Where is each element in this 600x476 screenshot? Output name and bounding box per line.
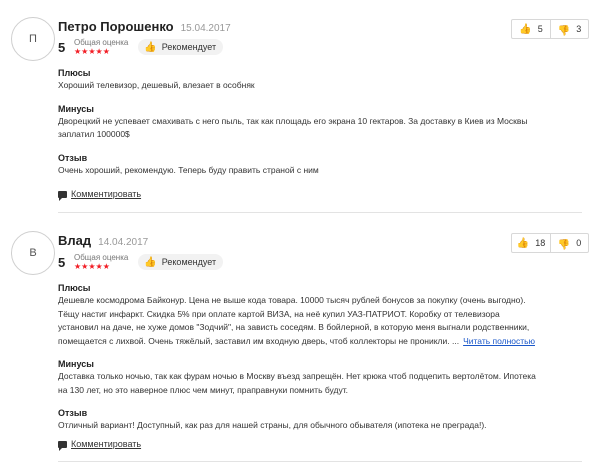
- comment-text: Очень хороший, рекомендую. Теперь буду п…: [58, 164, 319, 175]
- review-date: 15.04.2017: [180, 23, 231, 34]
- review-sections: Плюсы Хороший телевизор, дешевый, влезае…: [58, 67, 538, 187]
- dislike-count: 3: [576, 24, 582, 34]
- vote-group: 👍 5 👍 3: [511, 19, 589, 39]
- rating-line: 5 Общая оценка ★★★★★ 👍 Рекомендует: [58, 38, 224, 56]
- review-card: В Влад 14.04.2017 5 Общая оценка ★★★★★ 👍…: [0, 221, 600, 476]
- author-name[interactable]: Петро Порошенко: [58, 19, 174, 34]
- like-button[interactable]: 👍 5: [512, 20, 550, 38]
- comment-link[interactable]: Комментировать: [58, 439, 142, 451]
- rating-box: Общая оценка ★★★★★: [74, 38, 128, 56]
- thumbs-up-icon: 👍: [519, 23, 532, 35]
- avatar[interactable]: В: [11, 231, 55, 275]
- thumbs-up-icon: 👍: [144, 41, 157, 53]
- comment-link[interactable]: Комментировать: [58, 189, 142, 201]
- review-date: 14.04.2017: [98, 237, 149, 248]
- rating-label: Общая оценка: [74, 253, 129, 262]
- cons-title: Минусы: [58, 103, 94, 114]
- speech-bubble-icon: [58, 190, 67, 201]
- like-button[interactable]: 👍 18: [512, 234, 550, 252]
- comment-title: Отзыв: [58, 408, 88, 418]
- comment-title: Отзыв: [58, 152, 88, 163]
- rating-label: Общая оценка: [74, 38, 129, 47]
- thumbs-down-icon: 👍: [557, 237, 571, 249]
- dislike-button[interactable]: 👍 3: [550, 20, 588, 38]
- cons-title: Минусы: [58, 359, 94, 369]
- pros-text: Дешевле космодрома Байконур. Цена не выш…: [58, 294, 538, 348]
- avatar[interactable]: П: [11, 17, 55, 61]
- author-name[interactable]: Влад: [58, 233, 91, 248]
- rating-box: Общая оценка ★★★★★: [74, 253, 128, 271]
- recommend-label: Рекомендует: [161, 42, 217, 52]
- rating-value: 5: [58, 254, 66, 270]
- thumbs-down-icon: 👍: [557, 23, 571, 35]
- speech-bubble-icon: [58, 440, 67, 451]
- like-count: 18: [535, 238, 546, 248]
- cons-text: Доставка только ночью, так как фурам ноч…: [58, 371, 536, 395]
- pros-text-body: Дешевле космодрома Байконур. Цена не выш…: [58, 295, 530, 346]
- thumbs-up-icon: 👍: [144, 256, 157, 268]
- review-sections: Плюсы Дешевле космодрома Байконур. Цена …: [58, 282, 538, 443]
- divider: [58, 212, 582, 213]
- pros-title: Плюсы: [58, 283, 91, 293]
- divider: [58, 461, 582, 462]
- thumbs-up-icon: 👍: [516, 237, 530, 249]
- rating-value: 5: [58, 39, 66, 55]
- read-more-link[interactable]: Читать полностью: [463, 336, 535, 346]
- comment-text: Отличный вариант! Доступный, как раз для…: [58, 420, 487, 430]
- author-line: Влад 14.04.2017: [58, 233, 148, 248]
- comment-link-label: Комментировать: [71, 439, 142, 449]
- recommend-label: Рекомендует: [161, 257, 217, 267]
- vote-group: 👍 18 👍 0: [511, 233, 589, 253]
- pros-text: Хороший телевизор, дешевый, влезает в ос…: [58, 80, 255, 90]
- rating-stars: ★★★★★: [74, 262, 110, 271]
- rating-stars: ★★★★★: [74, 47, 110, 56]
- comment-link-label: Комментировать: [71, 189, 142, 199]
- author-line: Петро Порошенко 15.04.2017: [58, 19, 231, 34]
- pros-title: Плюсы: [58, 68, 91, 78]
- dislike-count: 0: [576, 238, 582, 248]
- recommend-badge: 👍 Рекомендует: [138, 254, 224, 270]
- dislike-button[interactable]: 👍 0: [550, 234, 588, 252]
- like-count: 5: [537, 24, 543, 34]
- recommend-badge: 👍 Рекомендует: [138, 39, 224, 55]
- rating-line: 5 Общая оценка ★★★★★ 👍 Рекомендует: [58, 253, 224, 271]
- review-card: П Петро Порошенко 15.04.2017 5 Общая оце…: [0, 0, 600, 221]
- cons-text: Дворецкий не успевает смахивать с него п…: [58, 115, 528, 140]
